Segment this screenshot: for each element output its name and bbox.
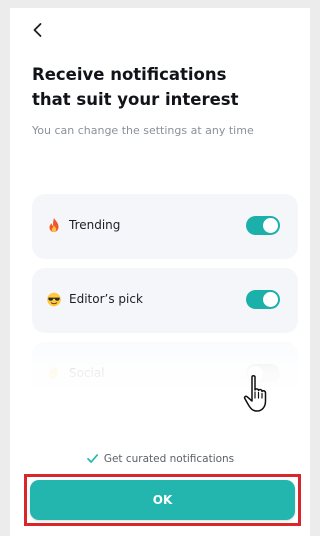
curated-notifications-note: Get curated notifications bbox=[10, 452, 310, 465]
toggle-knob bbox=[263, 292, 278, 307]
setting-label-editors-pick: Editor’s pick bbox=[69, 292, 143, 306]
toggle-knob bbox=[263, 218, 278, 233]
notification-settings-screen: Receive notifications that suit your int… bbox=[10, 8, 310, 536]
fire-emoji-icon bbox=[49, 218, 59, 232]
setting-label-social: Social bbox=[69, 366, 105, 380]
curated-notifications-text: Get curated notifications bbox=[103, 453, 235, 465]
checkmark-icon bbox=[86, 454, 98, 463]
setting-card-editors-pick: Editor’s pick bbox=[32, 268, 298, 333]
setting-label-trending: Trending bbox=[69, 218, 121, 232]
setting-card-trending: Trending bbox=[32, 194, 298, 259]
page-subtitle: You can change the settings at any time bbox=[32, 124, 254, 137]
page-title-line-2: that suit your interest bbox=[32, 90, 239, 109]
page-title: Receive notifications that suit your int… bbox=[32, 62, 292, 112]
waving-hand-emoji-icon bbox=[48, 367, 59, 380]
editors-pick-toggle[interactable] bbox=[246, 290, 280, 309]
trending-toggle[interactable] bbox=[246, 216, 280, 235]
page-title-line-1: Receive notifications bbox=[32, 65, 227, 84]
ok-button[interactable]: OK bbox=[30, 480, 295, 520]
hand-pointer-cursor-icon bbox=[243, 375, 267, 412]
sunglasses-face-emoji-icon bbox=[47, 292, 61, 307]
chevron-left-icon[interactable] bbox=[28, 20, 48, 40]
